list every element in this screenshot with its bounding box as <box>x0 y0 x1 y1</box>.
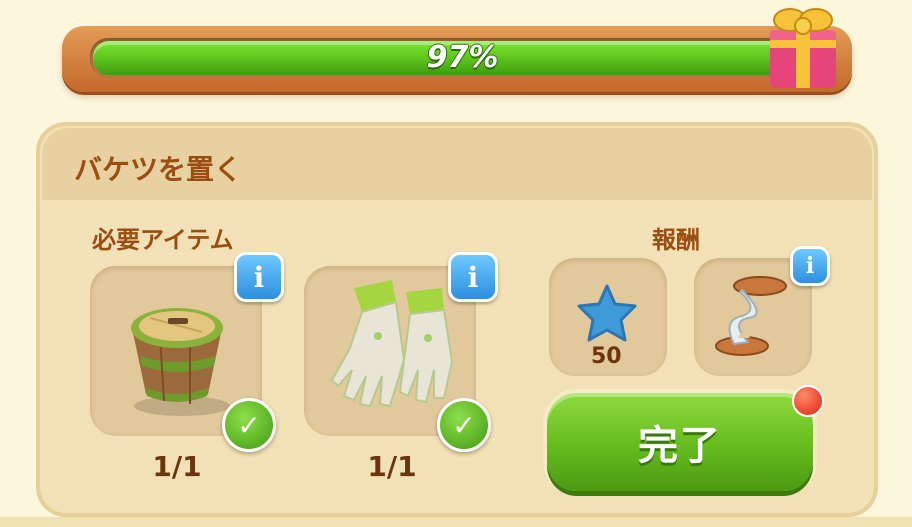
gift-box-icon[interactable] <box>762 0 844 92</box>
progress-bar: 97% <box>62 26 852 92</box>
bucket-count: 1/1 <box>152 450 202 483</box>
panel-header: バケツを置く <box>42 128 872 200</box>
gloves-count: 1/1 <box>367 450 417 483</box>
gloves-checkmark-icon: ✓ <box>437 398 491 452</box>
bottom-strip <box>0 517 912 527</box>
notification-dot <box>792 385 824 417</box>
progress-track: 97% <box>90 38 835 78</box>
progress-percent: 97% <box>426 40 499 75</box>
gloves-info-button[interactable]: i <box>448 252 498 302</box>
complete-button-label: 完了 <box>638 423 722 469</box>
reward-star-count: 50 <box>591 344 622 369</box>
complete-button[interactable]: 完了 <box>547 393 813 491</box>
rewards-label: 報酬 <box>652 226 700 254</box>
quest-title: バケツを置く <box>74 153 243 186</box>
hourglass-info-button[interactable]: i <box>790 246 830 286</box>
bucket-info-button[interactable]: i <box>234 252 284 302</box>
required-items-label: 必要アイテム <box>92 226 234 254</box>
bucket-checkmark-icon: ✓ <box>222 398 276 452</box>
